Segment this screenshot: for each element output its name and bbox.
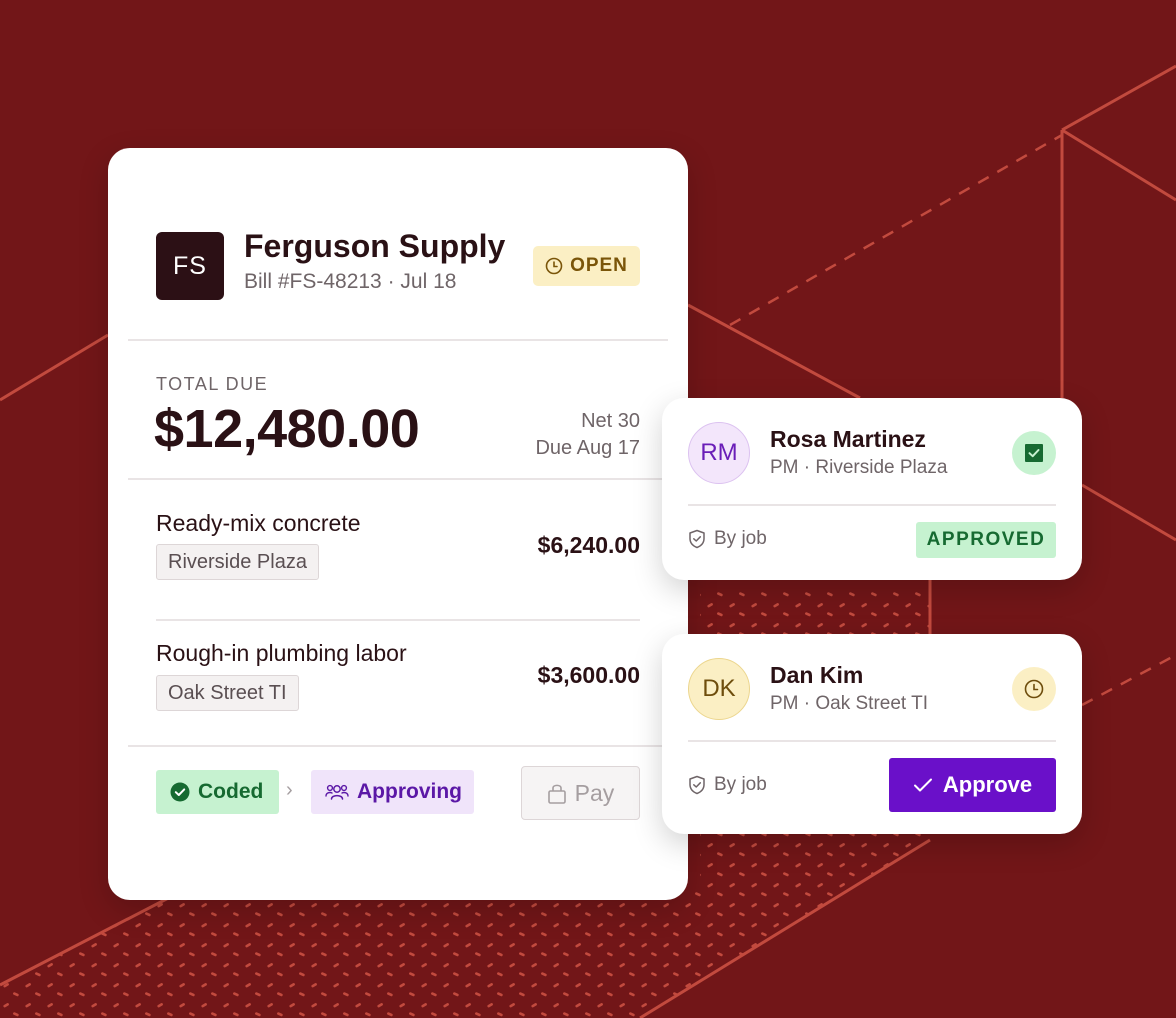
approver-divider	[688, 740, 1056, 742]
pending-status	[1012, 667, 1056, 711]
approver-role: PM · Oak Street TI	[770, 693, 929, 714]
users-icon	[325, 784, 349, 800]
approving-label: Approving	[357, 780, 462, 803]
approval-rule: By job	[688, 774, 767, 796]
job-tag[interactable]: Oak Street TI	[156, 675, 299, 711]
header-divider	[128, 339, 668, 341]
lock-icon	[547, 784, 566, 804]
line-item-amount: $3,600.00	[537, 662, 640, 688]
status-badge: OPEN	[533, 246, 640, 286]
total-divider	[128, 478, 668, 480]
checked-box-icon	[1025, 444, 1043, 462]
bill-card: FS Ferguson Supply Bill #FS-48213 · Jul …	[108, 148, 688, 900]
terms-label: Net 30	[581, 410, 640, 432]
pay-label: Pay	[574, 779, 615, 806]
job-tag[interactable]: Riverside Plaza	[156, 544, 319, 580]
line-item-amount: $6,240.00	[537, 532, 640, 558]
footer-divider	[128, 745, 668, 747]
vendor-avatar: FS	[156, 232, 224, 300]
chevron-right-icon: ›	[286, 779, 293, 801]
shield-check-icon	[689, 529, 705, 549]
avatar: RM	[688, 422, 750, 484]
coded-label: Coded	[198, 780, 264, 803]
approver-divider	[688, 504, 1056, 506]
coded-step[interactable]: Coded	[156, 770, 279, 814]
shield-check-icon	[689, 775, 705, 795]
total-due-label: TOTAL DUE	[156, 374, 269, 394]
approve-label: Approve	[942, 772, 1033, 797]
approver-card: DK Dan Kim PM · Oak Street TI By job App…	[662, 634, 1082, 834]
approval-rule: By job	[688, 528, 767, 550]
total-due-amount: $12,480.00	[154, 399, 420, 459]
approved-status	[1012, 431, 1056, 475]
bill-number-date: Bill #FS-48213 · Jul 18	[244, 270, 457, 293]
rule-label: By job	[714, 528, 767, 549]
due-date: Due Aug 17	[535, 437, 640, 459]
approve-button[interactable]: Approve	[889, 758, 1056, 812]
approver-name: Dan Kim	[770, 662, 864, 688]
approver-card: RM Rosa Martinez PM · Riverside Plaza By…	[662, 398, 1082, 580]
line-item-description: Rough-in plumbing labor	[156, 640, 407, 666]
clock-icon	[1024, 679, 1044, 699]
check-icon	[913, 778, 932, 792]
approved-badge: APPROVED	[916, 522, 1056, 558]
approver-name: Rosa Martinez	[770, 426, 926, 452]
avatar: DK	[688, 658, 750, 720]
check-circle-icon	[170, 782, 190, 802]
approving-step[interactable]: Approving	[311, 770, 474, 814]
status-label: OPEN	[570, 255, 628, 276]
clock-icon	[545, 257, 563, 275]
line-item-divider	[156, 619, 640, 621]
vendor-name: Ferguson Supply	[244, 228, 506, 264]
line-item-description: Ready-mix concrete	[156, 510, 361, 536]
approver-role: PM · Riverside Plaza	[770, 457, 948, 478]
rule-label: By job	[714, 774, 767, 795]
pay-button[interactable]: Pay	[521, 766, 640, 820]
payment-terms: Net 30 Due Aug 17	[535, 408, 640, 462]
